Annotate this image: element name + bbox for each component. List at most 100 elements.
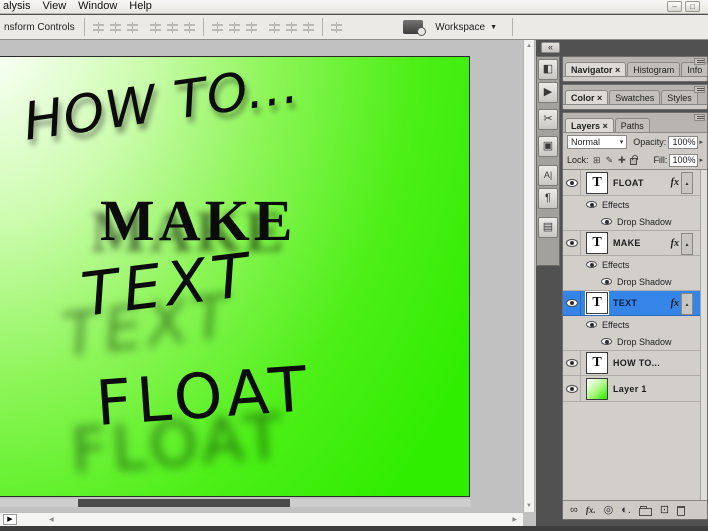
layer-row-text-selected[interactable]: T TEXT fx ▲ [563,290,700,316]
visibility-toggle[interactable] [563,170,581,195]
drop-shadow-row[interactable]: Drop Shadow [563,273,700,290]
horizontal-scrollbar-thumb[interactable] [78,499,290,507]
effects-row[interactable]: Effects [563,316,700,333]
status-flyout-button[interactable]: ▶ [3,514,17,525]
fill-spinner-icon[interactable]: ▸ [699,156,703,164]
collapse-dock-button[interactable]: « [541,42,560,53]
eye-icon[interactable] [586,321,597,328]
layer-style-icon[interactable]: fx. [586,505,596,515]
new-group-icon[interactable] [638,505,652,516]
layer-name[interactable]: TEXT [613,298,637,308]
eye-icon[interactable] [601,338,612,345]
layer-thumbnail-gradient[interactable] [586,377,608,400]
align-bottom-edges-icon[interactable] [125,21,140,34]
tab-styles[interactable]: Styles [661,90,698,104]
effects-row[interactable]: Effects [563,256,700,273]
delete-layer-icon[interactable] [677,505,686,516]
opacity-input[interactable]: 100% [668,135,699,149]
clone-source-panel-icon[interactable]: ▣ [538,136,558,157]
fill-input[interactable]: 100% [669,153,699,167]
distribute-horizontal-centers-icon[interactable] [284,21,299,34]
actions-panel-icon[interactable]: ▶ [538,82,558,103]
layer-thumbnail[interactable]: T [585,291,609,315]
adjustment-layer-icon[interactable]: ◐. [621,502,631,519]
scroll-left-icon[interactable]: ◀ [49,516,54,523]
distribute-top-edges-icon[interactable] [210,21,225,34]
layer-name[interactable]: MAKE [613,238,641,248]
lock-position-icon[interactable]: ✚ [617,154,628,166]
tool-presets-panel-icon[interactable]: ✂ [538,109,558,130]
drop-shadow-row[interactable]: Drop Shadow [563,333,700,350]
visibility-toggle[interactable] [563,291,581,315]
go-to-bridge-icon[interactable] [403,20,427,36]
layer-thumbnail[interactable]: T [586,352,608,374]
align-right-edges-icon[interactable] [182,21,197,34]
distribute-vertical-centers-icon[interactable] [227,21,242,34]
collapse-effects-button[interactable]: ▲ [681,233,693,255]
link-layers-icon[interactable]: ∞ [570,502,578,519]
effects-row[interactable]: Effects [563,196,700,213]
layers-scrollbar[interactable] [700,170,707,500]
layer-row-layer1[interactable]: Layer 1 [563,376,700,402]
minimize-button[interactable]: – [667,1,682,12]
paragraph-panel-icon[interactable]: ¶ [538,188,558,209]
layer-row-how-to[interactable]: T HOW TO... [563,350,700,376]
canvas[interactable]: HOW TO... MAKE TEXT FLOAT [0,56,470,497]
menu-window[interactable]: Window [75,0,126,13]
layer-row-float[interactable]: T FLOAT fx ▲ [563,170,700,196]
eye-icon[interactable] [586,261,597,268]
visibility-toggle[interactable] [563,376,581,401]
workspace-menu[interactable]: Workspace ▼ [423,22,507,33]
layer-row-make[interactable]: T MAKE fx ▲ [563,230,700,256]
distribute-left-edges-icon[interactable] [267,21,282,34]
menu-help[interactable]: Help [126,0,161,13]
lock-transparency-icon[interactable]: ⊞ [592,154,603,166]
layer-name[interactable]: FLOAT [613,178,644,188]
collapse-effects-button[interactable]: ▲ [681,293,693,315]
align-horizontal-centers-icon[interactable] [165,21,180,34]
layer-comps-panel-icon[interactable]: ▤ [538,217,558,238]
restore-button[interactable]: □ [685,1,700,12]
collapse-effects-button[interactable]: ▲ [681,172,693,194]
tab-navigator[interactable]: Navigator × [565,62,627,76]
align-vertical-centers-icon[interactable] [108,21,123,34]
eye-icon[interactable] [601,218,612,225]
tab-layers[interactable]: Layers × [565,118,614,132]
menu-analysis[interactable]: alysis [0,0,40,13]
horizontal-scrollbar[interactable] [0,499,470,507]
transform-controls-label[interactable]: nsform Controls [0,22,79,33]
opacity-spinner-icon[interactable]: ▸ [699,138,703,146]
visibility-toggle[interactable] [563,231,581,255]
character-panel-icon[interactable]: A| [538,165,558,186]
scroll-down-icon[interactable]: ▼ [524,503,534,509]
eye-icon[interactable] [601,278,612,285]
panel-menu-icon[interactable] [694,114,705,121]
eye-icon[interactable] [586,201,597,208]
add-layer-mask-icon[interactable]: ◎ [604,502,614,519]
align-top-edges-icon[interactable] [91,21,106,34]
layer-name[interactable]: HOW TO... [613,358,660,368]
drop-shadow-row[interactable]: Drop Shadow [563,213,700,230]
blend-mode-select[interactable]: Normal ▾ [567,135,628,149]
tab-paths[interactable]: Paths [614,118,650,132]
panel-menu-icon[interactable] [694,86,705,93]
visibility-toggle[interactable] [563,351,581,375]
distribute-bottom-edges-icon[interactable] [244,21,259,34]
layer-name[interactable]: Layer 1 [613,384,647,394]
lock-paint-icon[interactable]: ✎ [604,154,615,166]
new-layer-icon[interactable]: ⊡ [660,502,669,519]
lock-all-icon[interactable] [630,155,639,165]
scroll-up-icon[interactable]: ▲ [524,43,534,49]
tab-swatches[interactable]: Swatches [609,90,661,104]
layer-thumbnail[interactable]: T [586,232,608,254]
scroll-right-icon[interactable]: ▶ [512,516,517,523]
auto-align-layers-icon[interactable] [329,21,344,34]
distribute-right-edges-icon[interactable] [301,21,316,34]
panel-menu-icon[interactable] [694,58,705,65]
vertical-scrollbar[interactable]: ▲ ▼ [523,40,535,512]
layer-thumbnail[interactable]: T [586,171,608,194]
menu-view[interactable]: View [40,0,76,13]
histogram-panel-icon[interactable]: ◧ [538,59,558,80]
tab-histogram[interactable]: Histogram [627,62,681,76]
tab-color[interactable]: Color × [565,90,609,104]
